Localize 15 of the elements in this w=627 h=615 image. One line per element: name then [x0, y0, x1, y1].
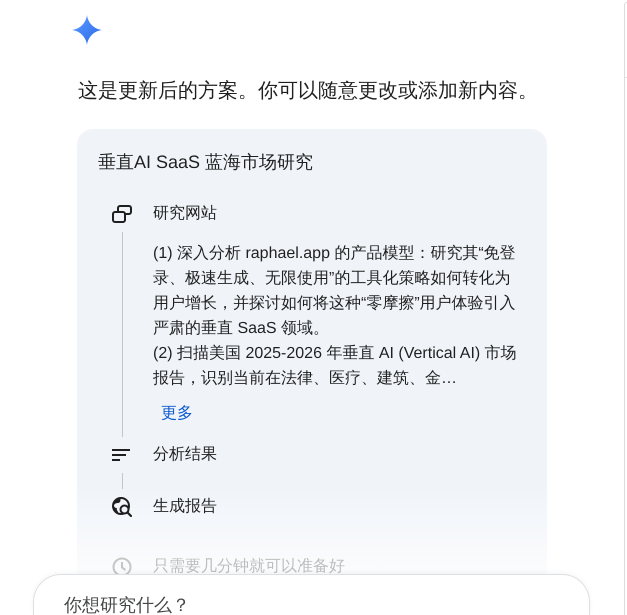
step-description: (2) 扫描美国 2025-2026 年垂直 AI (Vertical AI) 市场报告，识别当前在法律、医疗、建筑、金…	[153, 344, 518, 389]
clock-icon	[112, 557, 132, 577]
time-estimate-note: 只需要几分钟就可以准备好	[153, 556, 346, 577]
prompt-input[interactable]: 你想研究什么？	[33, 574, 590, 615]
sparkle-icon	[72, 15, 102, 45]
more-link[interactable]: 更多	[153, 400, 201, 428]
step-label: 生成报告	[153, 496, 218, 517]
assistant-message: 这是更新后的方案。你可以随意更改或添加新内容。	[78, 79, 539, 103]
overlapping-squares-icon	[112, 205, 132, 223]
lines-icon	[112, 449, 130, 461]
plan-title: 垂直AI SaaS 蓝海市场研究	[98, 151, 314, 174]
step-label: 研究网站	[153, 204, 218, 224]
globe-search-icon	[112, 497, 132, 517]
step-description: (1) 深入分析 raphael.app 的产品模型：研究其“免登录、极速生成、无限使用”的工具化策略如何转化为用户增长，并探讨如何将这种“零摩擦”用户体验引入严肃的垂直 SaaS 领域。	[153, 244, 517, 339]
step-label: 分析结果	[153, 444, 218, 465]
